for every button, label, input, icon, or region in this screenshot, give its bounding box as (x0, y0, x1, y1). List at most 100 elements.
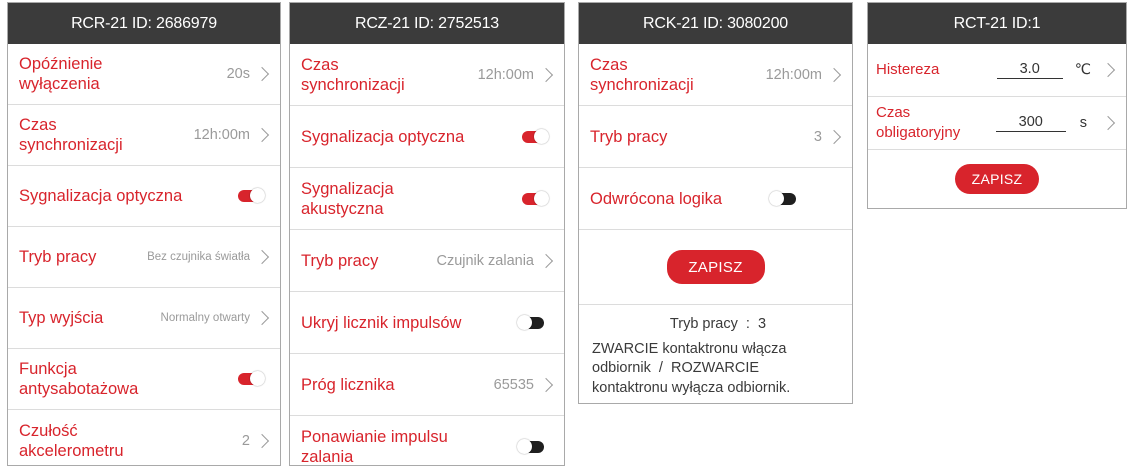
rct-save-area: ZAPISZ (868, 150, 1126, 208)
rck-title: RCK-21 ID: 3080200 (643, 14, 788, 32)
rck-inverted-logic-toggle[interactable] (769, 190, 796, 206)
rck-info-box: Tryb pracy : 3 ZWARCIE kontaktronu włącz… (579, 305, 852, 398)
rck-work-mode-value: 3 (813, 128, 822, 145)
rcz-hide-counter-label: Ukryj licznik impulsów (301, 313, 462, 332)
rcr-sync-time-label: Czas (19, 116, 57, 134)
rcz-row-sync-time[interactable]: Czas synchronizacji 12h:00m (290, 44, 564, 106)
rct-time-input[interactable]: 300 (995, 114, 1066, 132)
rct-row-hysteresis: Histereza 3.0 ℃ (868, 44, 1126, 97)
rcz-acoustic-signal-toggle[interactable] (522, 190, 549, 206)
rcr-optical-signal-label: Sygnalizacja optyczna (19, 187, 183, 205)
rct-hysteresis-label: Histereza (876, 61, 940, 78)
rcr-row-output-type[interactable]: Typ wyjścia Normalny otwarty (8, 288, 280, 349)
rcz-work-mode-label: Tryb pracy (301, 251, 379, 270)
chevron-right-icon[interactable] (538, 67, 554, 82)
rck-save-area: ZAPISZ (579, 230, 852, 305)
rck-info-title: Tryb pracy : 3 (669, 316, 767, 332)
chevron-right-icon[interactable] (538, 377, 554, 392)
rcz-counter-threshold-label: Próg licznika (301, 375, 395, 394)
rcz-sync-time-value: 12h:00m (477, 66, 534, 83)
toggle-knob (250, 371, 265, 386)
rck-header: RCK-21 ID: 3080200 (579, 3, 852, 44)
rck-info-line-2: odbiornik / ROZWARCIE (592, 360, 760, 376)
rcz-panel: RCZ-21 ID: 2752513 Czas synchronizacji 1… (289, 2, 565, 466)
toggle-knob (517, 439, 532, 454)
rck-info-line-1: ZWARCIE kontaktronu włącza (592, 340, 787, 357)
rcr-accelerometer-label: Czułość (19, 421, 78, 440)
rcr-output-type-label: Typ wyjścia (19, 309, 104, 327)
rck-sync-time-label-2: synchronizacji (590, 75, 694, 94)
rcz-optical-signal-label: Sygnalizacja optyczna (301, 127, 465, 146)
toggle-knob (517, 314, 532, 330)
rcz-row-counter-threshold[interactable]: Próg licznika 65535 (290, 354, 564, 416)
rck-row-sync-time[interactable]: Czas synchronizacji 12h:00m (579, 44, 852, 106)
rcr-row-turn-off-delay[interactable]: Opóźnienie wyłączenia 20s (8, 44, 280, 105)
rcz-sync-time-label-2: synchronizacji (301, 75, 405, 94)
rcr-work-mode-value: Bez czujnika światła (147, 251, 250, 263)
rcr-row-anti-sabotage: Funkcja antysabotażowa (8, 349, 280, 410)
rcr-row-work-mode[interactable]: Tryb pracy Bez czujnika światła (8, 227, 280, 288)
rcr-accelerometer-value: 2 (241, 432, 250, 449)
rcz-acoustic-signal-label-2: akustyczna (301, 199, 384, 218)
chevron-right-icon[interactable] (1100, 62, 1116, 78)
rcz-title: RCZ-21 ID: 2752513 (354, 14, 500, 32)
rct-save-button[interactable]: ZAPISZ (955, 164, 1039, 194)
rcr-row-accelerometer[interactable]: Czułość akcelerometru 2 (8, 410, 280, 465)
rcz-work-mode-value: Czujnik zalania (436, 252, 534, 269)
rck-inverted-logic-label: Odwrócona logika (590, 189, 723, 208)
rcz-flood-pulse-toggle[interactable] (517, 439, 544, 454)
rck-row-inverted-logic: Odwrócona logika (579, 168, 852, 230)
rcr-header: RCR-21 ID: 2686979 (8, 3, 280, 44)
chevron-right-icon[interactable] (826, 67, 842, 82)
rcz-counter-threshold-value: 65535 (493, 376, 534, 393)
rck-sync-time-label: Czas (590, 55, 628, 74)
rcr-anti-sabotage-label-2: antysabotażowa (19, 380, 139, 398)
rcz-row-acoustic-signal: Sygnalizacja akustyczna (290, 168, 564, 230)
rck-info-line-3: kontaktronu wyłącza odbiornik. (592, 379, 791, 396)
rcz-header: RCZ-21 ID: 2752513 (290, 3, 564, 44)
rcr-optical-signal-toggle[interactable] (238, 188, 265, 203)
rcz-hide-counter-toggle[interactable] (517, 314, 544, 330)
rct-row-mandatory-time: Czas obligatoryjny 300 s (868, 97, 1126, 150)
chevron-right-icon[interactable] (254, 127, 270, 143)
rcz-sync-time-label: Czas (301, 55, 339, 74)
rcz-optical-signal-toggle[interactable] (522, 128, 549, 144)
rcr-row-optical-signal: Sygnalizacja optyczna (8, 166, 280, 227)
rck-save-button[interactable]: ZAPISZ (666, 250, 765, 284)
rcr-sync-time-label-2: synchronizacji (19, 136, 123, 154)
toggle-knob (534, 190, 549, 206)
toggle-knob (534, 128, 549, 144)
rcz-row-hide-counter: Ukryj licznik impulsów (290, 292, 564, 354)
rct-time-label: Czas obligatoryjny (876, 104, 961, 141)
chevron-right-icon[interactable] (254, 310, 270, 326)
rcr-accelerometer-label-2: akcelerometru (19, 441, 124, 460)
rct-header: RCT-21 ID:1 (868, 3, 1126, 44)
rcr-row-sync-time[interactable]: Czas synchronizacji 12h:00m (8, 105, 280, 166)
rct-title: RCT-21 ID:1 (953, 14, 1041, 32)
rcz-flood-pulse-label-2: zalania (301, 448, 354, 466)
rcz-row-work-mode[interactable]: Tryb pracy Czujnik zalania (290, 230, 564, 292)
rck-row-work-mode[interactable]: Tryb pracy 3 (579, 106, 852, 168)
rct-hysteresis-unit: ℃ (1074, 62, 1091, 78)
rcr-panel: RCR-21 ID: 2686979 Opóźnienie wyłączenia… (7, 2, 281, 466)
rct-time-unit: s (1079, 115, 1087, 131)
rct-panel: RCT-21 ID:1 Histereza 3.0 ℃ Czas obligat… (867, 2, 1127, 209)
chevron-right-icon[interactable] (254, 249, 270, 265)
toggle-knob (769, 190, 784, 206)
rct-hysteresis-input[interactable]: 3.0 (996, 61, 1063, 79)
chevron-right-icon[interactable] (1100, 115, 1116, 131)
rcr-turn-off-delay-value: 20s (226, 66, 250, 82)
rcr-anti-sabotage-toggle[interactable] (238, 371, 265, 386)
rck-work-mode-label: Tryb pracy (590, 127, 668, 146)
rcr-anti-sabotage-label: Funkcja (19, 360, 77, 378)
chevron-right-icon[interactable] (538, 253, 554, 268)
rcr-turn-off-delay-label-2: wyłączenia (19, 75, 100, 93)
chevron-right-icon[interactable] (254, 433, 270, 448)
rcz-row-flood-pulse-repeat: Ponawianie impulsu zalania (290, 416, 564, 466)
chevron-right-icon[interactable] (826, 129, 842, 144)
rcz-row-optical-signal: Sygnalizacja optyczna (290, 106, 564, 168)
rck-panel: RCK-21 ID: 3080200 Czas synchronizacji 1… (578, 2, 853, 404)
chevron-right-icon[interactable] (254, 66, 270, 82)
rcr-title: RCR-21 ID: 2686979 (71, 14, 217, 32)
rcr-turn-off-delay-label: Opóźnienie (19, 55, 103, 73)
